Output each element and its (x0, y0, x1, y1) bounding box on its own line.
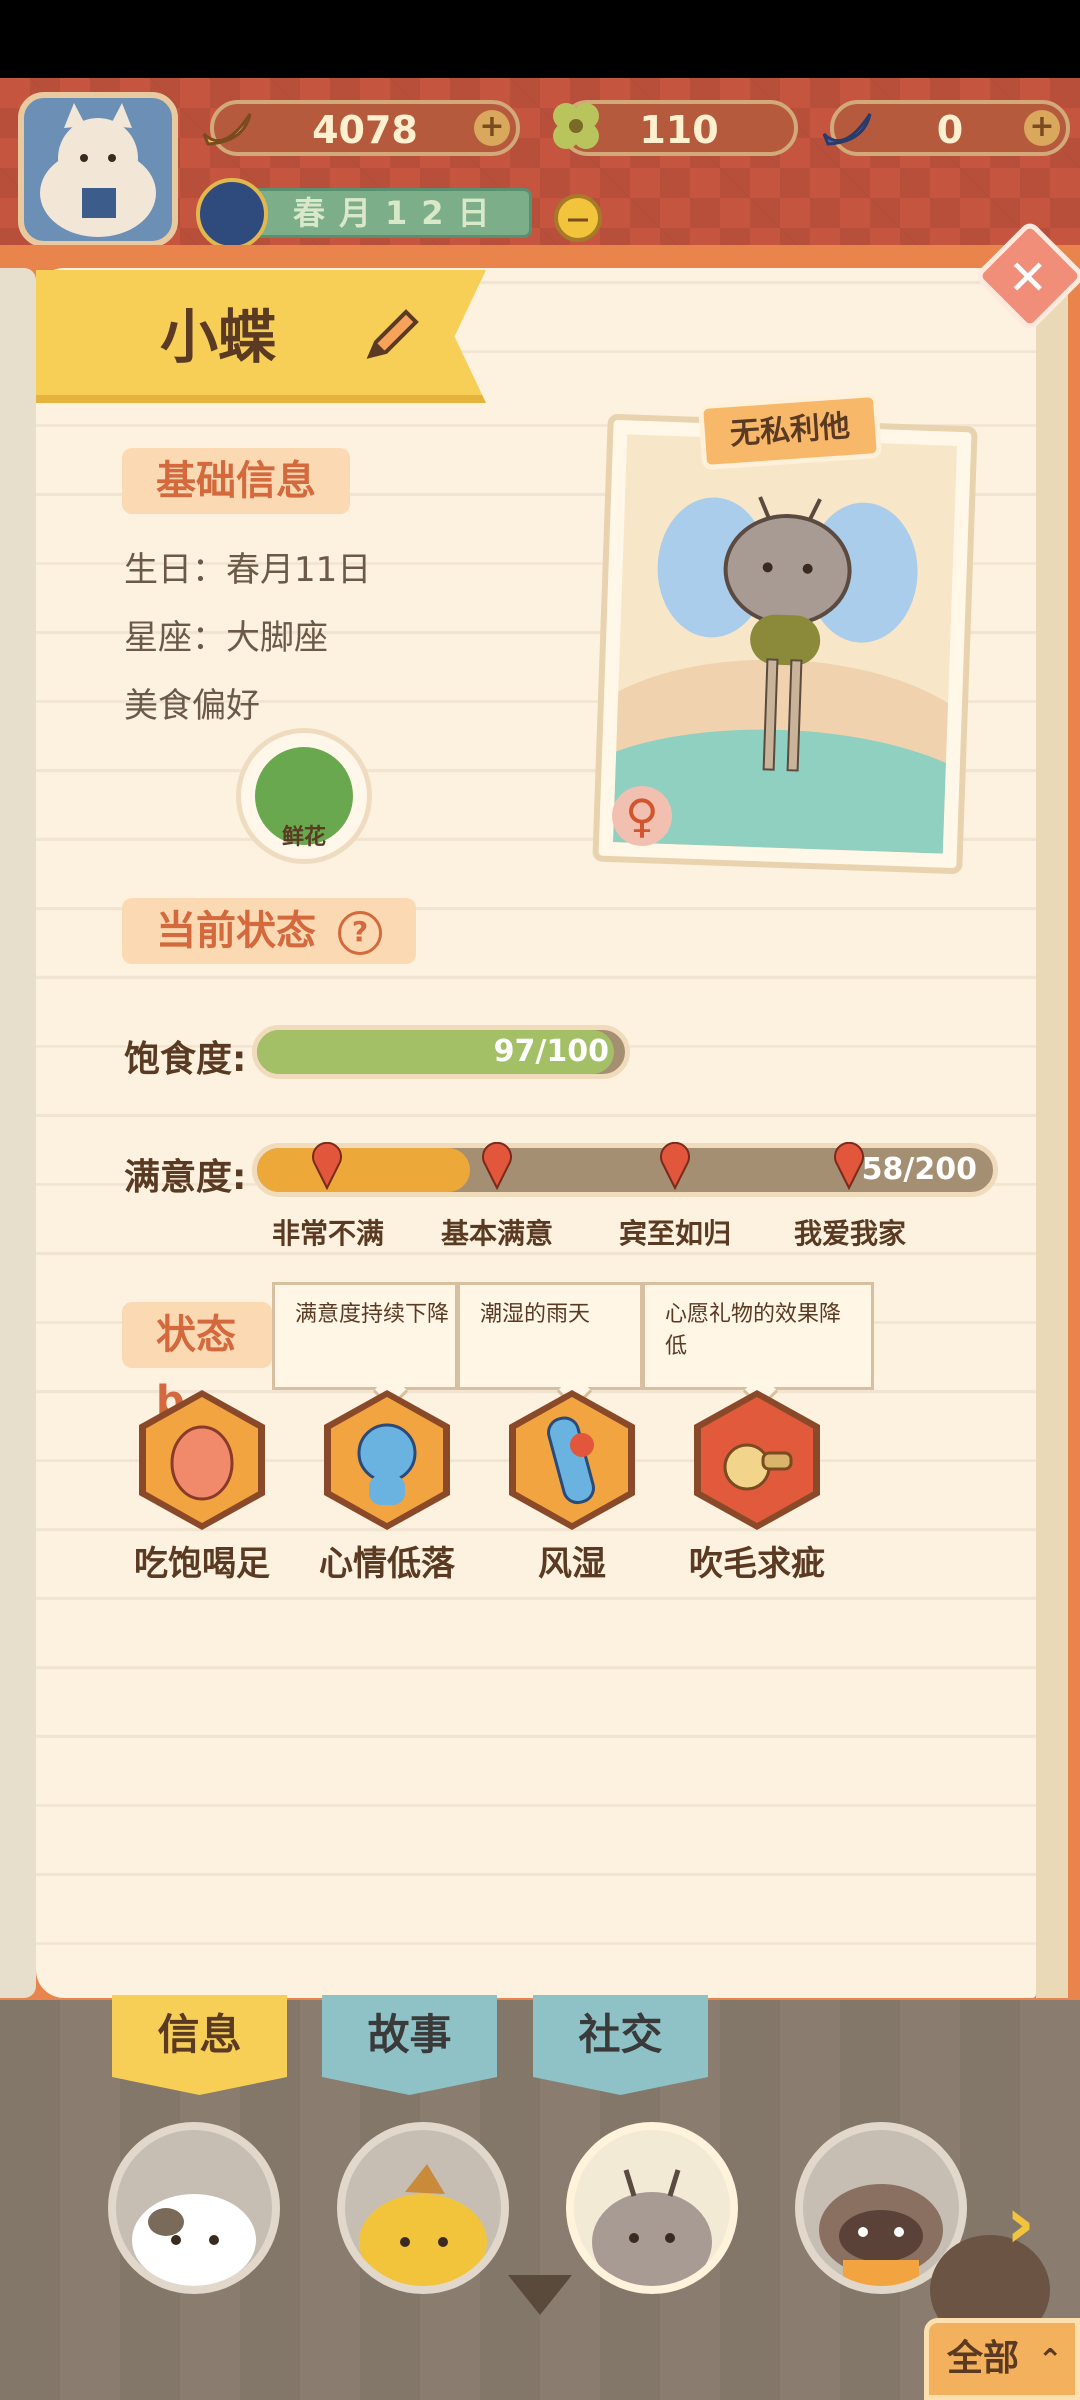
satisfaction-value: 58/200 (861, 1152, 977, 1187)
effect-tooltip: 满意度持续下降 (272, 1282, 458, 1390)
clover-counter: 110 (553, 100, 798, 156)
female-symbol-icon: ♀ (612, 786, 672, 846)
effect-tooltip: 心愿礼物的效果降低 (642, 1282, 874, 1390)
butterfly-face-icon (592, 2169, 712, 2286)
level-label: 基本满意 (440, 1217, 554, 1250)
effect-label: 心情低落 (319, 1544, 455, 1584)
edit-pencil-icon[interactable] (360, 304, 422, 366)
help-icon[interactable]: ? (337, 911, 382, 955)
level-pin-icon (482, 1142, 512, 1190)
character-portrait-cow-cat[interactable] (108, 2122, 280, 2294)
page-right-edge (1036, 268, 1068, 1998)
clover-amount: 110 (639, 108, 719, 152)
character-portrait-butterfly[interactable] (566, 2122, 738, 2294)
butterfly-character-icon (612, 496, 958, 854)
pudding-dog-icon (359, 2164, 487, 2286)
tab-social[interactable]: 社交 (533, 1995, 708, 2095)
player-avatar[interactable] (18, 92, 178, 247)
all-label: 全部 (947, 2338, 1020, 2379)
character-portrait-pudding-dog[interactable] (337, 2122, 509, 2294)
basic-info-heading: 基础信息 (122, 448, 350, 514)
current-status-heading: 当前状态 ? (122, 898, 416, 964)
level-label: 我爱我家 (793, 1217, 907, 1250)
sun-icon (554, 194, 602, 242)
food-pref-label: 美食偏好 (124, 686, 260, 726)
level-label: 非常不满 (271, 1217, 385, 1250)
tab-story[interactable]: 故事 (322, 1995, 497, 2095)
level-label: 宾至如归 (618, 1217, 732, 1250)
satiety-value: 97/100 (493, 1034, 609, 1069)
add-blue-banana-button[interactable]: + (1024, 110, 1060, 146)
blue-banana-counter: 0 + (822, 100, 1070, 156)
satisfaction-label: 满意度: (124, 1157, 247, 1198)
food-preference-badge[interactable]: 鲜花 (236, 728, 372, 864)
buff-heading: 状态b (122, 1302, 272, 1424)
satisfaction-fill (257, 1148, 471, 1192)
current-status-title: 当前状态 (156, 908, 316, 954)
banana-counter: 4078 + (202, 100, 520, 156)
character-name: 小蝶 (160, 303, 277, 371)
trait-tag: 无私利他 (697, 391, 883, 471)
date-display: 春月12日 (240, 188, 532, 238)
status-bar (0, 0, 1080, 78)
level-pin-icon (834, 1142, 864, 1190)
food-item-label: 鲜花 (281, 825, 326, 850)
collapse-arrow-icon[interactable] (508, 2275, 572, 2315)
raccoon-icon (819, 2184, 943, 2286)
level-pin-icon (312, 1142, 342, 1190)
banana-amount: 4078 (312, 108, 418, 152)
effect-tooltip: 潮湿的雨天 (457, 1282, 643, 1390)
cat-avatar-icon (40, 103, 156, 237)
level-pin-icon (660, 1142, 690, 1190)
add-banana-button[interactable]: + (474, 110, 510, 146)
satisfaction-bar: 58/200 (252, 1143, 998, 1197)
effect-label: 吹毛求疵 (689, 1544, 825, 1584)
effect-label: 吃饱喝足 (134, 1544, 270, 1584)
tab-info[interactable]: 信息 (112, 1995, 287, 2095)
all-characters-button[interactable]: 全部 ⌃ (924, 2318, 1080, 2400)
satiety-label: 饱食度: (124, 1039, 247, 1080)
next-characters-button[interactable]: › (1006, 2182, 1035, 2264)
page-left-edge (0, 268, 36, 1998)
satiety-bar: 97/100 (252, 1025, 630, 1079)
cow-cat-icon (132, 2194, 256, 2286)
effect-label: 风湿 (538, 1544, 606, 1584)
sign-text: 星座：大脚座 (124, 618, 328, 658)
close-icon: ✕ (1007, 250, 1048, 307)
moon-icon (196, 178, 268, 250)
birthday-text: 生日：春月11日 (124, 550, 372, 590)
double-chevron-up-icon: ⌃ (1037, 2343, 1063, 2378)
portrait-scene (612, 434, 958, 854)
